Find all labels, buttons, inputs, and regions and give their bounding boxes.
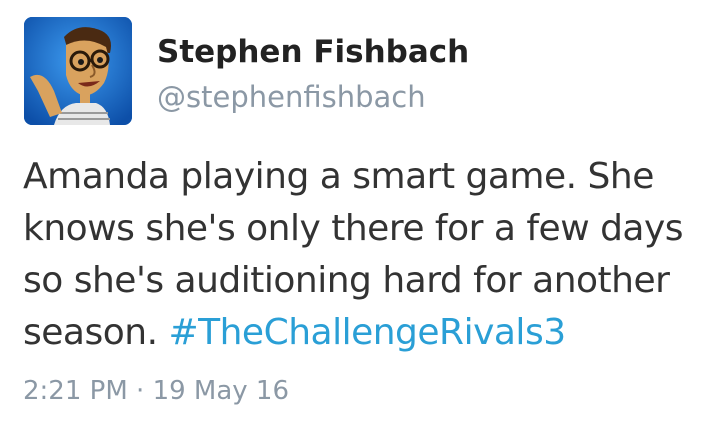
tweet-date: 19 May 16 (152, 376, 290, 406)
cartoon-avatar-icon (24, 17, 132, 125)
tweet-text-line: Amanda playing a smart game. She (23, 156, 654, 197)
tweet-text-line: season. #TheChallengeRivals3 (23, 307, 703, 359)
tweet-text: Amanda playing a smart game. She knows s… (23, 151, 703, 359)
tweet-text-prefix: season. (23, 312, 169, 353)
tweet-text-line: so she's auditioning hard for another (23, 260, 670, 301)
tweet-timestamp[interactable]: 2:21 PM · 19 May 16 (23, 373, 289, 409)
tweet-time: 2:21 PM (23, 376, 128, 406)
tweet-text-line: knows she's only there for a few days (23, 208, 684, 249)
timestamp-separator: · (127, 376, 153, 406)
author-name[interactable]: Stephen Fishbach (157, 32, 469, 72)
tweet-card: Stephen Fishbach @stephenfishbach Amanda… (0, 0, 720, 430)
hashtag-link[interactable]: #TheChallengeRivals3 (168, 312, 566, 353)
avatar[interactable] (24, 17, 132, 125)
author-handle[interactable]: @stephenfishbach (157, 78, 426, 116)
